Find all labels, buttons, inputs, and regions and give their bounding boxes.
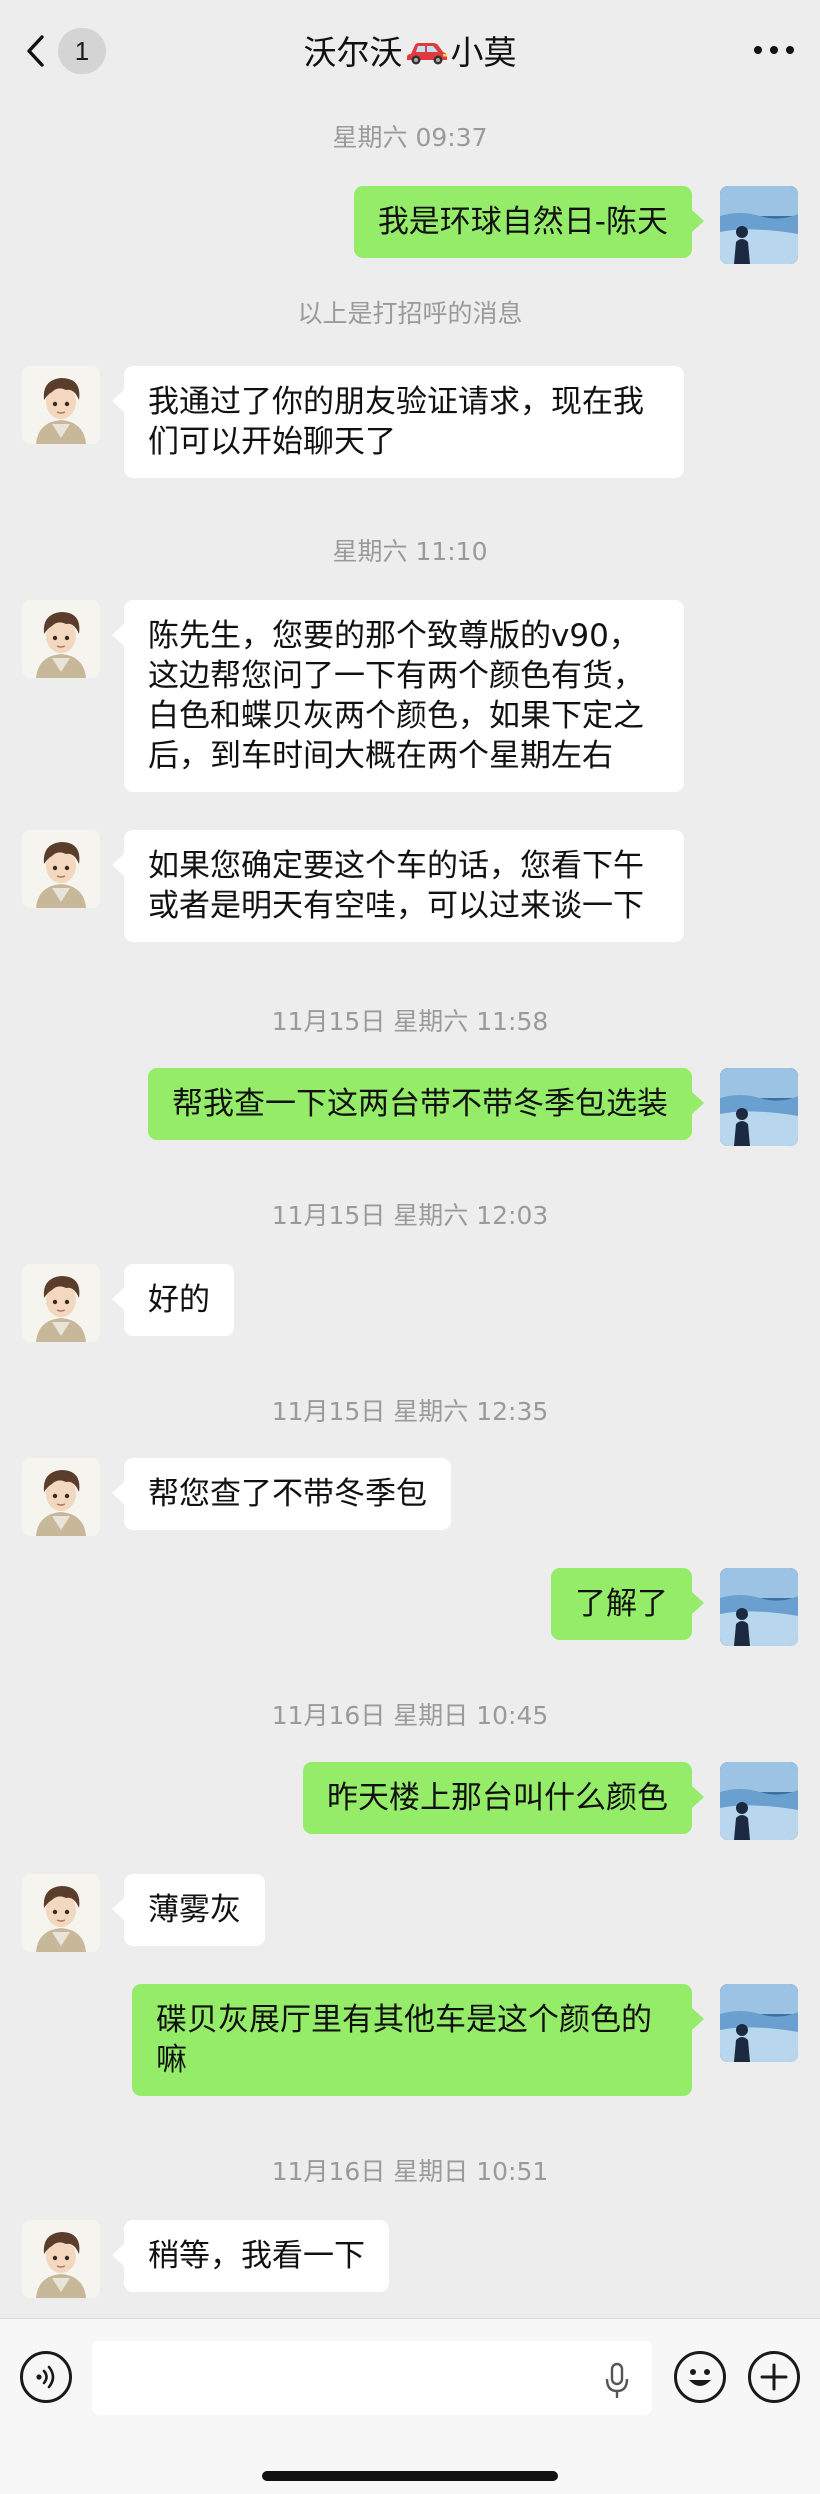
my-avatar[interactable] bbox=[720, 186, 798, 264]
my-avatar[interactable] bbox=[720, 1068, 798, 1146]
timestamp: 11月16日 星期日 10:45 bbox=[271, 1701, 549, 1730]
input-bar bbox=[0, 2318, 820, 2494]
chat-title-left: 沃尔沃 bbox=[303, 33, 403, 72]
contact-avatar[interactable] bbox=[22, 1264, 100, 1342]
message-bubble-outgoing[interactable]: 昨天楼上那台叫什么颜色 bbox=[303, 1762, 704, 1834]
message-bubble-incoming[interactable]: 我通过了你的朋友验证请求，现在我们可以开始聊天了 bbox=[112, 366, 684, 478]
contact-avatar[interactable] bbox=[22, 600, 100, 678]
timestamp: 11月15日 星期六 12:03 bbox=[271, 1201, 549, 1230]
timestamp: 11月16日 星期日 10:51 bbox=[271, 2157, 549, 2186]
more-functions-button[interactable] bbox=[748, 2351, 800, 2403]
boy-avatar-icon bbox=[22, 600, 100, 678]
message-bubble-outgoing[interactable]: 帮我查一下这两台带不带冬季包选装 bbox=[148, 1068, 704, 1140]
voice-input-button[interactable] bbox=[20, 2351, 72, 2403]
emoji-icon bbox=[689, 2369, 711, 2386]
boy-avatar-icon bbox=[22, 1874, 100, 1952]
message-bubble-incoming[interactable]: 陈先生，您要的那个致尊版的v90，这边帮您问了一下有两个颜色有货，白色和蝶贝灰两… bbox=[112, 600, 684, 792]
timestamp: 11月15日 星期六 11:58 bbox=[271, 1007, 549, 1036]
plus-icon bbox=[760, 2363, 788, 2391]
chat-header: 1 沃尔沃 小莫 bbox=[0, 0, 820, 100]
more-dot-icon bbox=[786, 46, 794, 54]
my-avatar[interactable] bbox=[720, 1762, 798, 1840]
car-icon bbox=[406, 43, 447, 65]
my-avatar[interactable] bbox=[720, 1568, 798, 1646]
chat-title-right: 小莫 bbox=[450, 33, 517, 72]
boy-avatar-icon bbox=[22, 2220, 100, 2298]
emoji-button[interactable] bbox=[674, 2351, 726, 2403]
my-avatar[interactable] bbox=[720, 1984, 798, 2062]
landscape-avatar-icon bbox=[720, 1068, 798, 1146]
boy-avatar-icon bbox=[22, 1264, 100, 1342]
boy-avatar-icon bbox=[22, 366, 100, 444]
contact-avatar[interactable] bbox=[22, 1874, 100, 1952]
landscape-avatar-icon bbox=[720, 1568, 798, 1646]
timestamp: 星期六 09:37 bbox=[332, 123, 488, 152]
boy-avatar-icon bbox=[22, 830, 100, 908]
timestamp: 11月15日 星期六 12:35 bbox=[271, 1397, 549, 1426]
message-bubble-outgoing[interactable]: 碟贝灰展厅里有其他车是这个颜色的嘛 bbox=[132, 1984, 704, 2096]
contact-avatar[interactable] bbox=[22, 2220, 100, 2298]
voice-icon bbox=[36, 2365, 55, 2389]
contact-avatar[interactable] bbox=[22, 366, 100, 444]
mic-icon[interactable] bbox=[602, 2361, 632, 2401]
contact-avatar[interactable] bbox=[22, 830, 100, 908]
message-bubble-outgoing[interactable]: 了解了 bbox=[551, 1568, 704, 1640]
message-bubble-incoming[interactable]: 如果您确定要这个车的话，您看下午或者是明天有空哇，可以过来谈一下 bbox=[112, 830, 684, 942]
landscape-avatar-icon bbox=[720, 1984, 798, 2062]
more-dot-icon bbox=[754, 46, 762, 54]
message-input[interactable] bbox=[92, 2341, 652, 2415]
more-dot-icon bbox=[770, 46, 778, 54]
message-bubble-incoming[interactable]: 好的 bbox=[112, 1264, 234, 1336]
chat-title: 沃尔沃 小莫 bbox=[0, 26, 820, 74]
home-indicator[interactable] bbox=[262, 2471, 558, 2481]
more-options-button[interactable] bbox=[754, 40, 794, 60]
message-bubble-incoming[interactable]: 帮您查了不带冬季包 bbox=[112, 1458, 451, 1530]
timestamp: 星期六 11:10 bbox=[332, 537, 488, 566]
message-bubble-outgoing[interactable]: 我是环球自然日-陈天 bbox=[353, 186, 705, 258]
landscape-avatar-icon bbox=[720, 186, 798, 264]
contact-avatar[interactable] bbox=[22, 1458, 100, 1536]
boy-avatar-icon bbox=[22, 1458, 100, 1536]
landscape-avatar-icon bbox=[720, 1762, 798, 1840]
timestamp: 以上是打招呼的消息 bbox=[297, 299, 523, 328]
message-bubble-incoming[interactable]: 稍等，我看一下 bbox=[112, 2220, 389, 2292]
message-bubble-incoming[interactable]: 薄雾灰 bbox=[112, 1874, 265, 1946]
